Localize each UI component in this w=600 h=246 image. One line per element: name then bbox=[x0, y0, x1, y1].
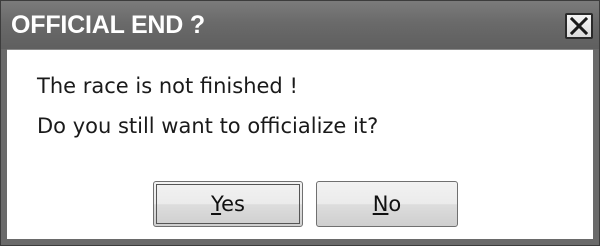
dialog-body: The race is not finished ! Do you still … bbox=[7, 49, 593, 239]
official-end-dialog: OFFICIAL END ? The race is not finished … bbox=[0, 0, 600, 246]
close-button[interactable] bbox=[565, 13, 593, 39]
no-label-rest: o bbox=[388, 192, 402, 216]
dialog-title: OFFICIAL END ? bbox=[11, 11, 205, 39]
no-button[interactable]: No bbox=[316, 181, 458, 227]
yes-label-rest: es bbox=[221, 192, 245, 216]
yes-mnemonic: Y bbox=[211, 192, 222, 216]
message-line-2: Do you still want to officialize it? bbox=[37, 114, 379, 138]
dialog-titlebar[interactable]: OFFICIAL END ? bbox=[1, 1, 599, 49]
close-icon bbox=[570, 17, 588, 35]
message-line-1: The race is not finished ! bbox=[37, 74, 298, 98]
no-mnemonic: N bbox=[372, 192, 389, 216]
yes-button[interactable]: Yes bbox=[153, 181, 303, 227]
